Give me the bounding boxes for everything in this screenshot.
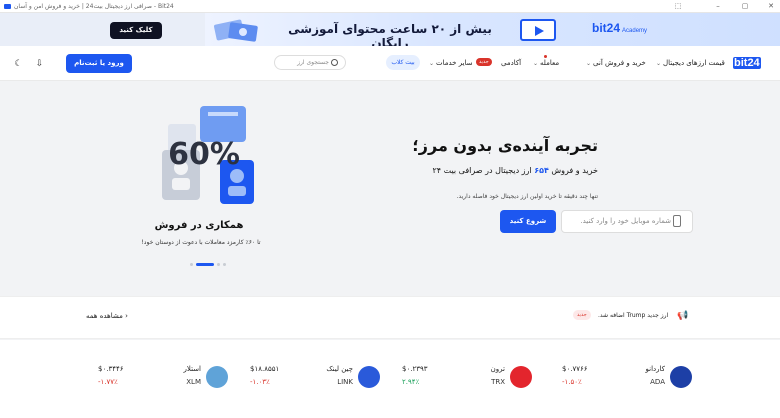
coin-card-ada[interactable]: کاردانو ADA $۰.۷۷۶۶ -۱.۵۰٪ [562, 362, 692, 396]
view-all-link[interactable]: ‹ مشاهده همه [86, 312, 128, 320]
coin-symbol: TRX [491, 378, 505, 386]
search-icon [331, 59, 338, 66]
banner-logo: bit24 Academy [592, 21, 648, 35]
download-app-icon[interactable]: ⇩ [35, 60, 44, 69]
hero-subtitle: خرید و فروش ۶۵۴ ارز دیجیتال در صرافی بیت… [432, 166, 599, 175]
extensions-icon[interactable]: ⬚ [673, 2, 683, 11]
coin-card-xlm[interactable]: استلار XLM $۰.۳۴۴۶ -۱.۷۷٪ [98, 362, 228, 396]
login-button[interactable]: ورود یا ثبت‌نام [66, 54, 132, 73]
banner-headline: بیش از ۲۰ ساعت محتوای آموزشی رایگان [288, 22, 492, 46]
news-strip: 📢 ارز جدید Trump اضافه شد. جدید ‹ مشاهده… [0, 296, 780, 339]
coin-symbol: LINK [337, 378, 353, 386]
new-badge: جدید [476, 58, 492, 66]
hero-section: تجربه آینده‌ی بدون مرز؛ خرید و فروش ۶۵۴ … [0, 82, 780, 295]
site-logo[interactable]: bit24 [733, 57, 761, 69]
maximize-icon[interactable]: ▢ [740, 2, 750, 11]
mobile-icon [673, 215, 681, 227]
chainlink-icon [358, 366, 380, 388]
promo-title: همکاری در فروش [154, 220, 244, 231]
news-text[interactable]: ارز جدید Trump اضافه شد. [598, 312, 668, 319]
coin-price: $۱۸.۸۵۵۱ [250, 365, 280, 373]
carousel-dot[interactable] [190, 263, 193, 266]
dark-mode-icon[interactable]: ☾ [14, 60, 23, 69]
chevron-down-icon: ⌄ [656, 60, 662, 67]
sixty-percent-text: 60% [168, 137, 240, 172]
carousel-dot[interactable] [223, 263, 226, 266]
referral-illustration-icon: 60% [162, 106, 254, 204]
close-icon[interactable]: ✕ [766, 2, 776, 11]
hero-hint: تنها چند دقیقه تا خرید اولین ارز دیجیتال… [456, 193, 598, 200]
cardano-icon [670, 366, 692, 388]
megaphone-icon: 📢 [677, 311, 689, 321]
banner-click-button[interactable]: کلیک کنید [110, 22, 162, 39]
nav-item-instant-trade[interactable]: خرید و فروش آنی⌄ [586, 59, 646, 67]
promo-description: تا ۶۰٪ کارمزد معاملات با دعوت از دوستان … [141, 239, 261, 246]
coin-ticker-list: کاردانو ADA $۰.۷۷۶۶ -۱.۵۰٪ ترون TRX $۰.۲… [0, 340, 780, 418]
chevron-left-icon: ‹ [125, 312, 128, 320]
minimize-icon[interactable]: – [713, 2, 723, 11]
coin-name: استلار [183, 365, 201, 373]
coin-price: $۰.۲۳۹۳ [402, 365, 428, 373]
window-title: صرافی ارز دیجیتال بیت24 | خرید و فروش ام… [14, 3, 174, 10]
nav-item-prices[interactable]: قیمت ارزهای دیجیتال⌄ [656, 59, 725, 67]
nav-item-other-services[interactable]: سایر خدمات⌄ [429, 59, 473, 67]
coin-name: چین لینک [326, 365, 353, 373]
nav-item-academy[interactable]: آکادمی [501, 59, 521, 67]
coin-price: $۰.۷۷۶۶ [562, 365, 588, 373]
new-badge: جدید [573, 310, 591, 320]
coin-price: $۰.۳۴۴۶ [98, 365, 124, 373]
coin-change: -۱.۰۳٪ [250, 378, 270, 386]
chevron-down-icon: ⌄ [586, 60, 592, 67]
coin-change: -۱.۵۰٪ [562, 378, 582, 386]
carousel-dot[interactable] [196, 263, 214, 266]
chevron-down-icon: ⌄ [533, 60, 539, 67]
academy-banner[interactable]: کلیک کنید بیش از ۲۰ ساعت محتوای آموزشی ر… [0, 13, 780, 46]
coin-change: -۱.۷۷٪ [98, 378, 118, 386]
notification-dot [544, 55, 547, 58]
nav-item-trade[interactable]: معامله⌄ [533, 59, 559, 67]
coin-change: ۲.۹۴٪ [402, 378, 420, 386]
start-button[interactable]: شروع کنید [500, 210, 556, 233]
chevron-down-icon: ⌄ [429, 60, 435, 67]
coin-symbol: XLM [186, 378, 201, 386]
main-navbar: bit24 قیمت ارزهای دیجیتال⌄ خرید و فروش آ… [0, 46, 780, 81]
browser-titlebar: صرافی ارز دیجیتال بیت24 | خرید و فروش ام… [0, 0, 780, 13]
hero-title: تجربه آینده‌ی بدون مرز؛ [412, 136, 598, 155]
coin-symbol: ADA [650, 378, 665, 386]
carousel-dot[interactable] [217, 263, 220, 266]
stellar-icon [206, 366, 228, 388]
tron-icon [510, 366, 532, 388]
video-play-icon [520, 19, 556, 41]
coin-name: ترون [490, 365, 505, 373]
coin-card-link[interactable]: چین لینک LINK $۱۸.۸۵۵۱ -۱.۰۳٪ [250, 362, 380, 396]
coin-card-trx[interactable]: ترون TRX $۰.۲۳۹۳ ۲.۹۴٪ [402, 362, 532, 396]
bit-club-button[interactable]: بیت کلاب [386, 55, 420, 70]
coin-name: کاردانو [645, 365, 665, 373]
favicon-icon [4, 4, 11, 9]
money-illustration-icon [214, 19, 258, 42]
